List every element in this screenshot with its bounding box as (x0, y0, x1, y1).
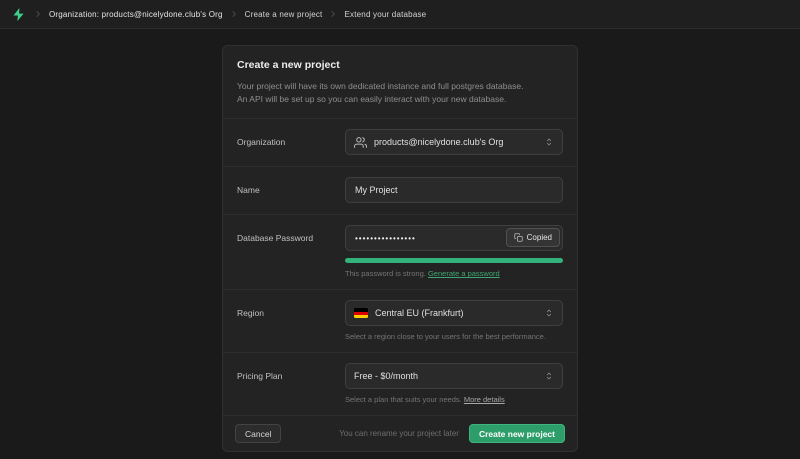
region-label: Region (237, 308, 264, 319)
panel-header: Create a new project Your project will h… (223, 46, 577, 118)
password-row: Database Password Copied This password i… (223, 214, 577, 289)
breadcrumb-organization[interactable]: Organization: products@nicelydone.club's… (49, 10, 223, 19)
region-row: Region Central EU (Frankfurt) Select a r… (223, 289, 577, 352)
chevrons-up-down-icon (544, 371, 554, 381)
cancel-button[interactable]: Cancel (235, 424, 282, 444)
pricing-plan-row: Pricing Plan Free - $0/month Select a pl… (223, 352, 577, 415)
panel-description-line1: Your project will have its own dedicated… (237, 81, 524, 91)
password-strength-bar (345, 258, 563, 264)
page-title: Create a new project (237, 59, 340, 71)
panel-description-line2: An API will be set up so you can easily … (237, 94, 507, 105)
region-select-value: Central EU (Frankfurt) (375, 308, 464, 319)
pricing-plan-select-value: Free - $0/month (354, 371, 419, 382)
breadcrumb-extend-database[interactable]: Extend your database (344, 10, 426, 19)
password-label: Database Password (237, 233, 314, 244)
breadcrumb-chevron-icon (329, 10, 337, 18)
organization-label: Organization (237, 137, 286, 148)
copied-label: Copied (526, 233, 552, 243)
pricing-plan-helper-text: Select a plan that suits your needs. (345, 395, 462, 405)
copy-icon (514, 233, 523, 242)
breadcrumb-chevron-icon (230, 10, 238, 18)
password-strength-text: This password is strong. (345, 269, 426, 279)
create-new-project-button[interactable]: Create new project (468, 424, 565, 444)
more-details-link[interactable]: More details (464, 395, 505, 404)
supabase-logo-icon[interactable] (10, 6, 27, 23)
panel-footer: Cancel You can rename your project later… (223, 415, 577, 451)
users-icon (354, 136, 367, 149)
create-project-panel: Create a new project Your project will h… (222, 45, 578, 453)
topbar: Organization: products@nicelydone.club's… (0, 0, 800, 29)
copy-password-button[interactable]: Copied (505, 228, 560, 248)
breadcrumb-create-project[interactable]: Create a new project (245, 10, 323, 19)
organization-row: Organization products@nicelydone.club's … (223, 118, 577, 166)
chevrons-up-down-icon (544, 308, 554, 318)
generate-password-link[interactable]: Generate a password (428, 269, 500, 278)
organization-select-value: products@nicelydone.club's Org (374, 137, 504, 148)
region-helper-text: Select a region close to your users for … (345, 332, 546, 342)
pricing-plan-label: Pricing Plan (237, 371, 283, 382)
pricing-plan-select[interactable]: Free - $0/month (345, 363, 563, 390)
germany-flag-icon (354, 308, 368, 319)
organization-select[interactable]: products@nicelydone.club's Org (345, 129, 563, 156)
name-label: Name (237, 185, 260, 196)
project-name-input[interactable] (345, 177, 563, 204)
rename-note: You can rename your project later (339, 429, 459, 439)
chevrons-up-down-icon (544, 137, 554, 147)
breadcrumb-chevron-icon (34, 10, 42, 18)
name-row: Name (223, 166, 577, 214)
region-select[interactable]: Central EU (Frankfurt) (345, 300, 563, 327)
